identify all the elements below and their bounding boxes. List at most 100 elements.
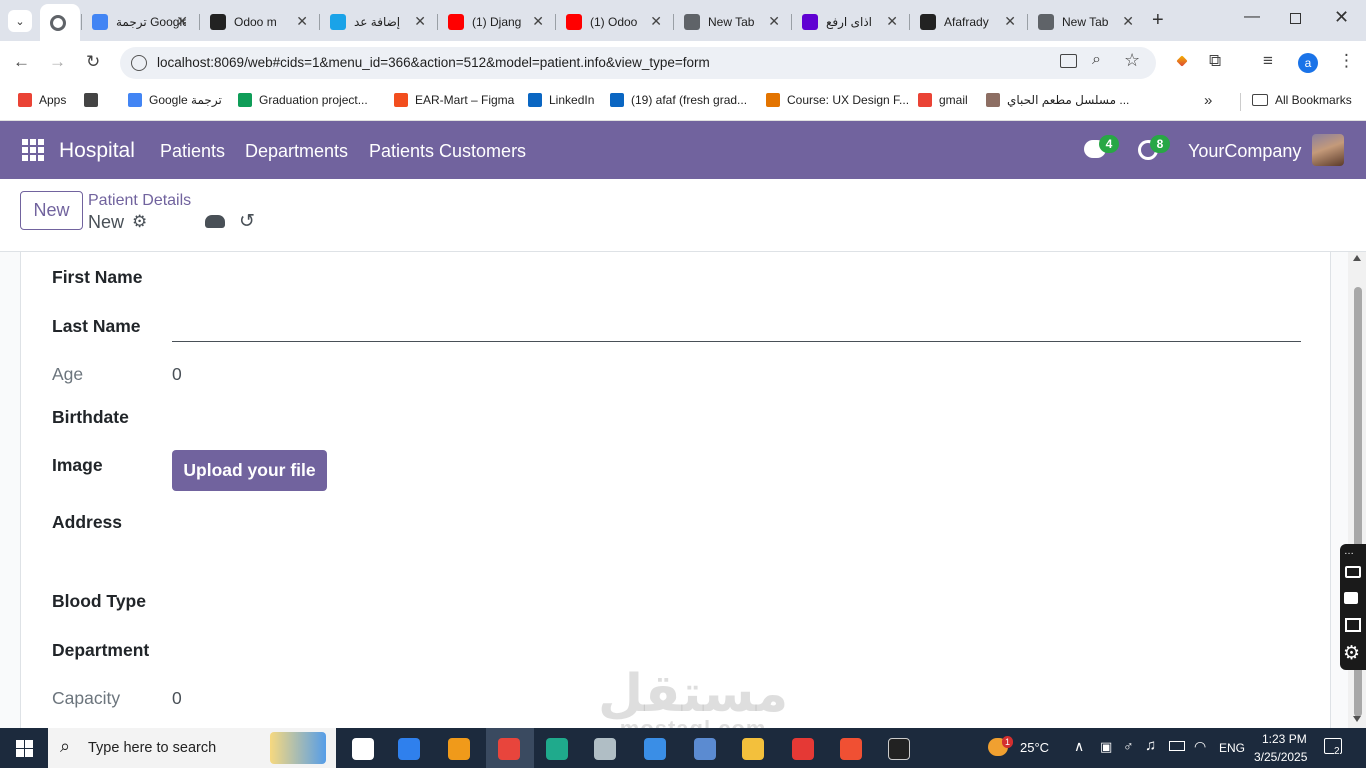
chrome-menu-icon[interactable]: ⋮ bbox=[1338, 51, 1355, 71]
browser-tab[interactable]: Odoo m ✕ bbox=[200, 8, 318, 36]
browser-tab[interactable]: إضافة عد ✕ bbox=[320, 8, 436, 36]
first-name-input[interactable] bbox=[172, 264, 1301, 292]
browser-tab[interactable]: New Tab ✕ bbox=[674, 8, 790, 36]
bookmark-item[interactable] bbox=[84, 93, 105, 107]
tab-close-icon[interactable]: ✕ bbox=[1122, 13, 1134, 30]
bookmark-item[interactable]: gmail bbox=[918, 93, 968, 107]
tab-close-icon[interactable]: ✕ bbox=[886, 13, 898, 30]
bookmark-item[interactable]: EAR-Mart – Figma bbox=[394, 93, 514, 107]
browser-tab[interactable]: (1) Odoo ✕ bbox=[556, 8, 672, 36]
site-info-icon[interactable] bbox=[131, 55, 147, 71]
tab-close-icon[interactable]: ✕ bbox=[296, 13, 308, 30]
browser-tab[interactable]: Afafrady ✕ bbox=[910, 8, 1026, 36]
tab-close-icon[interactable]: ✕ bbox=[532, 13, 544, 30]
url-text[interactable]: localhost:8069/web#cids=1&menu_id=366&ac… bbox=[157, 55, 710, 70]
microphone-icon[interactable]: ♂ bbox=[1123, 738, 1134, 754]
tab-close-icon[interactable]: ✕ bbox=[768, 13, 780, 30]
reload-icon[interactable]: ↻ bbox=[86, 52, 100, 72]
vscode-icon[interactable] bbox=[398, 738, 420, 760]
postgres-icon[interactable] bbox=[694, 738, 716, 760]
task-view-icon[interactable] bbox=[352, 738, 374, 760]
discard-undo-icon[interactable]: ↺ bbox=[239, 210, 255, 233]
close-window-button[interactable]: ✕ bbox=[1334, 7, 1349, 28]
bookmark-item[interactable]: Apps bbox=[18, 93, 66, 107]
media-control-icon[interactable]: ≡ bbox=[1263, 51, 1273, 71]
all-bookmarks-folder[interactable]: All Bookmarks bbox=[1252, 93, 1352, 107]
upload-file-button[interactable]: Upload your file bbox=[172, 450, 327, 491]
battery-icon[interactable] bbox=[1169, 741, 1185, 751]
menu-patients-customers[interactable]: Patients Customers bbox=[369, 141, 526, 162]
last-name-input[interactable] bbox=[172, 312, 1301, 342]
tab-close-icon[interactable]: ✕ bbox=[1004, 13, 1016, 30]
tab-close-icon[interactable]: ✕ bbox=[414, 13, 426, 30]
tab-close-icon[interactable]: ✕ bbox=[176, 13, 188, 30]
blood-type-select[interactable] bbox=[172, 588, 1301, 616]
breadcrumb-patient-details[interactable]: Patient Details bbox=[88, 192, 191, 210]
back-arrow-icon[interactable]: ← bbox=[13, 52, 30, 72]
settings-icon[interactable] bbox=[594, 738, 616, 760]
vscode-alt-icon[interactable] bbox=[448, 738, 470, 760]
clock-date[interactable]: 3/25/2025 bbox=[1254, 750, 1307, 764]
new-record-button[interactable]: New bbox=[20, 191, 83, 230]
bookmark-star-icon[interactable]: ☆ bbox=[1124, 50, 1140, 71]
video-camera-icon[interactable] bbox=[1344, 592, 1358, 604]
weather-temperature[interactable]: 25°C bbox=[1020, 740, 1049, 755]
tray-chevron-icon[interactable]: ∧ bbox=[1074, 738, 1084, 755]
scroll-down-arrow-icon[interactable] bbox=[1353, 716, 1361, 722]
bookmark-item[interactable]: LinkedIn bbox=[528, 93, 594, 107]
bookmark-item[interactable]: Course: UX Design F... bbox=[766, 93, 909, 107]
menu-departments[interactable]: Departments bbox=[245, 141, 348, 162]
browser-tab[interactable]: ترجمة Google ✕ bbox=[82, 8, 198, 36]
minimize-window-button[interactable]: — bbox=[1244, 8, 1260, 26]
tray-device-icon[interactable]: ▣ bbox=[1100, 739, 1112, 755]
capture-menu-icon[interactable]: … bbox=[1344, 546, 1354, 557]
taskbar-search-box[interactable]: ⌕ Type here to search bbox=[48, 728, 336, 768]
edge-icon[interactable] bbox=[546, 738, 568, 760]
birthdate-input[interactable] bbox=[172, 404, 1301, 432]
tab-search-button[interactable]: ⌄ bbox=[8, 10, 32, 32]
restore-window-button[interactable] bbox=[1290, 13, 1301, 24]
file-explorer-icon[interactable] bbox=[742, 738, 764, 760]
bookmark-item[interactable]: مسلسل مطعم الحباي ... bbox=[986, 93, 1129, 107]
bookmark-item[interactable]: Google ترجمة bbox=[128, 93, 222, 107]
bookmark-item[interactable]: (19) afaf (fresh grad... bbox=[610, 93, 747, 107]
language-indicator[interactable]: ENG bbox=[1219, 741, 1245, 755]
recorder-icon[interactable] bbox=[792, 738, 814, 760]
tab-close-icon[interactable]: ✕ bbox=[650, 13, 662, 30]
wifi-icon[interactable]: ◠ bbox=[1194, 738, 1206, 755]
actions-gear-icon[interactable]: ⚙ bbox=[132, 212, 147, 232]
git-icon[interactable] bbox=[840, 738, 862, 760]
company-switcher[interactable]: YourCompany bbox=[1188, 141, 1301, 162]
more-bookmarks-chevron-icon[interactable]: » bbox=[1204, 92, 1212, 109]
profile-avatar[interactable]: a bbox=[1298, 53, 1318, 73]
windows-start-icon[interactable] bbox=[16, 740, 33, 757]
capture-settings-gear-icon[interactable]: ⚙ bbox=[1343, 642, 1360, 665]
browser-tab[interactable]: New Tab ✕ bbox=[1028, 8, 1144, 36]
scroll-up-arrow-icon[interactable] bbox=[1353, 255, 1361, 261]
user-avatar[interactable] bbox=[1312, 134, 1344, 166]
zoom-icon[interactable]: ⌕ bbox=[1092, 51, 1101, 69]
clock-time[interactable]: 1:23 PM bbox=[1262, 732, 1307, 746]
address-bar[interactable]: localhost:8069/web#cids=1&menu_id=366&ac… bbox=[120, 47, 1156, 79]
app-name[interactable]: Hospital bbox=[59, 139, 135, 163]
extensions-puzzle-icon[interactable]: ⧉ bbox=[1209, 51, 1221, 71]
app-menu-grid-icon[interactable] bbox=[22, 139, 44, 161]
department-select[interactable] bbox=[172, 637, 1301, 665]
menu-patients[interactable]: Patients bbox=[160, 141, 225, 162]
window-capture-icon[interactable] bbox=[1345, 618, 1361, 632]
azure-data-studio-icon[interactable] bbox=[644, 738, 666, 760]
camera-icon[interactable] bbox=[1345, 566, 1361, 578]
terminal-icon[interactable] bbox=[888, 738, 910, 760]
browser-tab[interactable]: (1) Djang ✕ bbox=[438, 8, 554, 36]
extension-pen-icon[interactable] bbox=[1176, 55, 1188, 67]
address-input[interactable] bbox=[172, 508, 1301, 568]
volume-icon[interactable]: ♫ bbox=[1145, 737, 1156, 754]
forward-arrow-icon[interactable]: → bbox=[49, 52, 66, 72]
chrome-icon[interactable] bbox=[498, 738, 520, 760]
bookmark-item[interactable]: Graduation project... bbox=[238, 93, 368, 107]
browser-tab[interactable]: اذاى ارفع ✕ bbox=[792, 8, 908, 36]
save-cloud-upload-icon[interactable] bbox=[205, 215, 225, 228]
install-app-icon[interactable] bbox=[1060, 54, 1077, 68]
new-tab-plus-icon[interactable]: + bbox=[1152, 9, 1164, 32]
browser-tab[interactable] bbox=[40, 4, 80, 41]
